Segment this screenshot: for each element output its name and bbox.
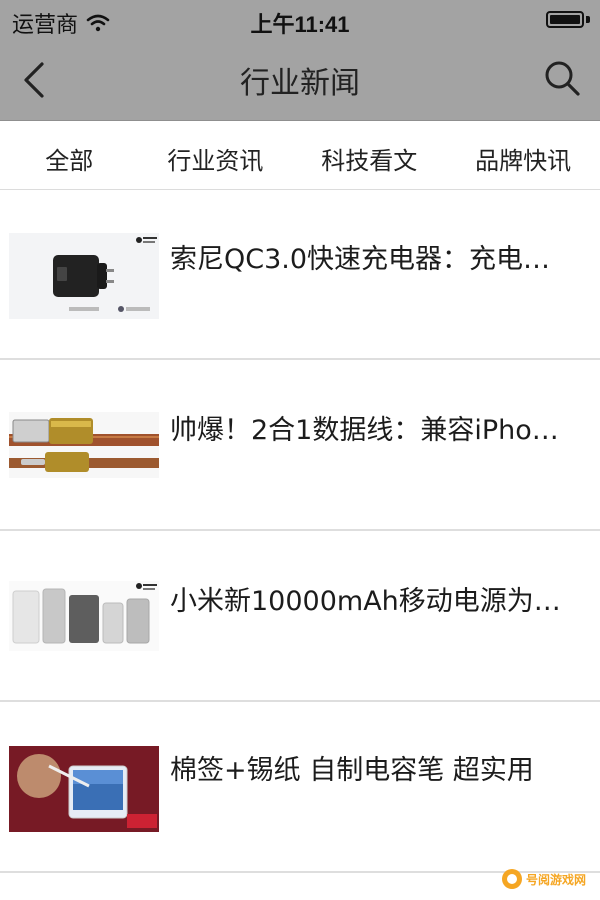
category-tabs: 全部 行业资讯 科技看文 品牌快讯 bbox=[0, 121, 600, 190]
power-bank-image bbox=[9, 581, 159, 651]
news-item[interactable]: 帅爆！2合1数据线：兼容iPho… bbox=[0, 360, 600, 531]
news-title: 帅爆！2合1数据线：兼容iPho… bbox=[170, 415, 559, 446]
news-item[interactable]: 索尼QC3.0快速充电器：充电… bbox=[0, 189, 600, 360]
battery-cap bbox=[586, 16, 590, 23]
cable-image bbox=[9, 412, 159, 478]
page-title: 行业新闻 bbox=[240, 66, 360, 101]
tab-all[interactable]: 全部 bbox=[0, 135, 138, 176]
status-time: 上午11:41 bbox=[250, 12, 350, 37]
news-title: 棉签+锡纸 自制电容笔 超实用 bbox=[170, 755, 534, 786]
nav-bar: 行业新闻 bbox=[0, 40, 600, 121]
news-list: 索尼QC3.0快速充电器：充电… 帅爆！2合1数据线：兼容iPho… 小米新10… bbox=[0, 189, 600, 873]
status-bar: 运营商 上午11:41 bbox=[0, 0, 600, 40]
stylus-image bbox=[9, 746, 159, 832]
tab-tech-articles[interactable]: 科技看文 bbox=[292, 135, 446, 176]
battery-icon bbox=[546, 11, 584, 28]
tab-industry-info[interactable]: 行业资讯 bbox=[138, 135, 292, 176]
svg-text:号阅游戏网: 号阅游戏网 bbox=[526, 872, 586, 887]
news-title: 小米新10000mAh移动电源为… bbox=[170, 586, 561, 617]
news-item[interactable]: 棉签+锡纸 自制电容笔 超实用 bbox=[0, 702, 600, 873]
site-watermark-logo: 号阅游戏网 bbox=[500, 864, 592, 894]
search-icon[interactable] bbox=[542, 58, 582, 98]
news-title: 索尼QC3.0快速充电器：充电… bbox=[170, 244, 551, 275]
tab-brand-news[interactable]: 品牌快讯 bbox=[446, 135, 600, 176]
charger-image bbox=[9, 233, 159, 319]
news-item[interactable]: 小米新10000mAh移动电源为… bbox=[0, 531, 600, 702]
